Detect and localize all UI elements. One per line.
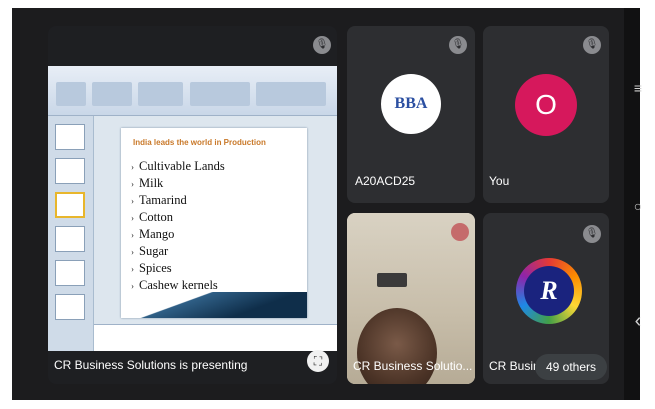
home-icon[interactable]: ○ (628, 198, 648, 214)
participant-name: CR Busin (489, 359, 540, 373)
mic-off-icon: 🎙 (583, 36, 601, 54)
speaker-notes-pane (94, 324, 337, 351)
slide-thumbnail (55, 226, 85, 252)
company-logo: R (516, 258, 582, 324)
mic-off-icon: 🎙 (313, 36, 331, 54)
slide-bullet-item: › Cultivable Lands (131, 159, 225, 173)
app-ribbon (48, 66, 337, 116)
slide-thumbnail-selected (55, 192, 85, 218)
slide-bullet-item: › Tamarind (131, 193, 187, 207)
current-slide: India leads the world in Production › Cul… (121, 128, 307, 318)
shared-screen: India leads the world in Production › Cul… (48, 66, 337, 351)
participant-name: CR Business Solutio... (353, 359, 473, 373)
slide-bullet-item: › Sugar (131, 244, 169, 258)
participant-tile[interactable]: 🎙 BBA A20ACD25 (347, 26, 475, 203)
logo-letter: R (524, 266, 574, 316)
camera-video-tile[interactable]: CR Business Solutio... (347, 213, 475, 384)
slide-title: India leads the world in Production (133, 138, 266, 147)
avatar: BBA (381, 74, 441, 134)
slide-thumbnail (55, 294, 85, 320)
slide-decoration (121, 292, 307, 318)
participant-name: A20ACD25 (355, 174, 416, 188)
avatar: O (515, 74, 577, 136)
back-icon[interactable]: ‹ (628, 310, 648, 333)
self-tile[interactable]: 🎙 O You (483, 26, 609, 203)
fullscreen-button[interactable]: ⛶ (307, 350, 329, 372)
slide-thumbnail (55, 158, 85, 184)
slide-bullet-item: › Mango (131, 227, 175, 241)
mic-off-icon: 🎙 (583, 225, 601, 243)
camera-object (377, 273, 407, 287)
slide-thumbnail (55, 260, 85, 286)
slide-bullet-list: › Cultivable Lands › Milk › Tamarind › Cotto… (131, 158, 225, 294)
slide-bullet-item: › Spices (131, 261, 172, 275)
slide-thumbnails (48, 116, 94, 351)
others-count-badge[interactable]: 49 others (535, 354, 607, 380)
mic-off-icon: 🎙 (449, 36, 467, 54)
slide-bullet-item: › Cotton (131, 210, 174, 224)
presenting-caption: CR Business Solutions is presenting (54, 358, 248, 372)
presentation-tile[interactable]: 🎙 India leads the world in Production › C… (48, 26, 337, 384)
participant-name: You (489, 174, 510, 188)
speaking-indicator-icon (451, 223, 469, 241)
menu-icon[interactable]: ≡ (628, 80, 648, 96)
slide-bullet-item: › Milk (131, 176, 164, 190)
slide-thumbnail (55, 124, 85, 150)
